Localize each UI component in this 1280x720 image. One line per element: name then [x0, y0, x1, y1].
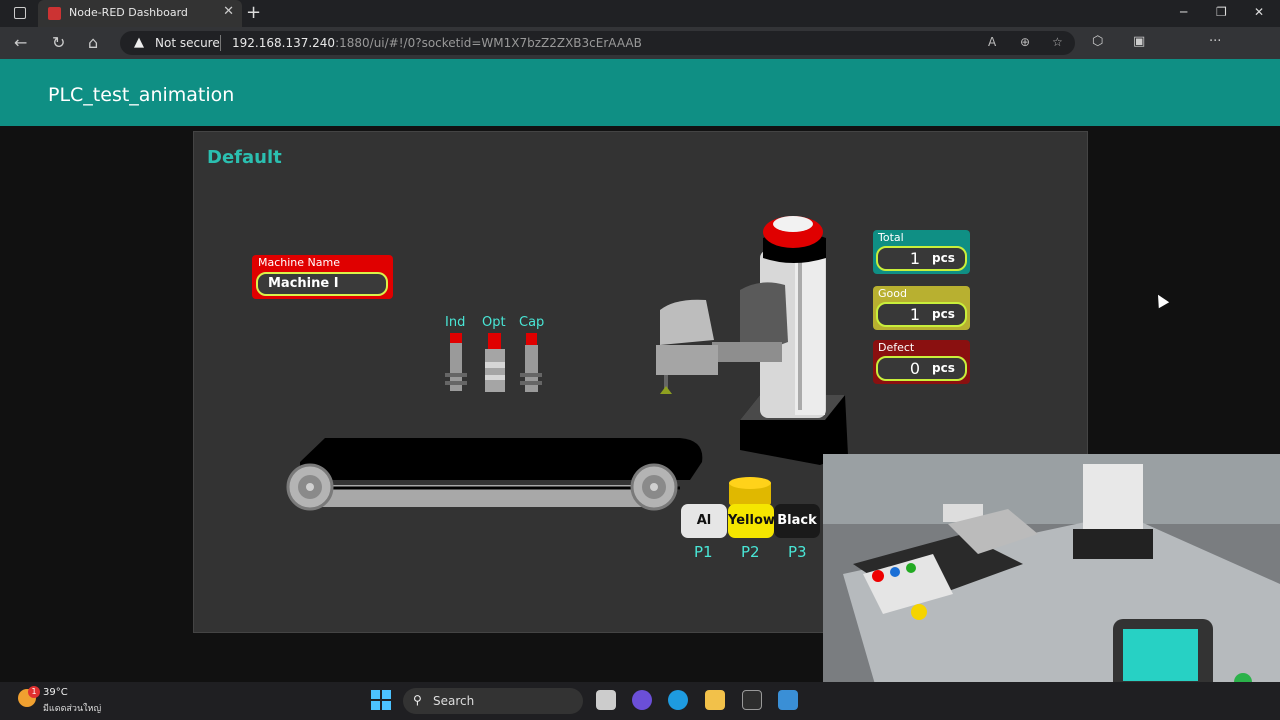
total-label: Total — [878, 231, 904, 244]
windows-start-icon[interactable] — [371, 690, 391, 710]
capacitive-sensor-icon — [520, 333, 542, 392]
optical-sensor-icon — [485, 333, 505, 392]
yellow-button[interactable]: Yellow — [728, 504, 775, 538]
defect-value: 0 — [909, 359, 920, 378]
total-counter: Total 1 pcs — [873, 230, 970, 274]
search-label: Search — [433, 694, 475, 708]
conveyor-belt-icon — [286, 438, 703, 511]
weather-temperature[interactable]: 39°C — [43, 687, 68, 698]
weather-description[interactable]: มีแดดส่วนใหญ่ — [43, 701, 101, 715]
total-value-box: 1 pcs — [876, 246, 967, 271]
teams-icon[interactable] — [632, 690, 652, 710]
good-label: Good — [878, 287, 907, 300]
defect-value-box: 0 pcs — [876, 356, 967, 381]
edge-icon[interactable] — [668, 690, 688, 710]
position-label-p2: P2 — [741, 543, 760, 561]
total-unit: pcs — [932, 251, 955, 265]
good-counter: Good 1 pcs — [873, 286, 970, 330]
search-icon: ⚲ — [413, 693, 422, 707]
defect-label: Defect — [878, 341, 915, 354]
webcam-scene-graphic — [823, 454, 1280, 712]
defect-unit: pcs — [932, 361, 955, 375]
good-unit: pcs — [932, 307, 955, 321]
taskbar-search-box[interactable]: ⚲ Search — [403, 688, 583, 714]
position-label-p1: P1 — [694, 543, 713, 561]
app-icon[interactable] — [778, 690, 798, 710]
inductive-sensor-icon — [445, 333, 467, 391]
terminal-icon[interactable] — [742, 690, 762, 710]
al-button[interactable]: Al — [681, 504, 727, 538]
total-value: 1 — [909, 249, 920, 268]
good-value-box: 1 pcs — [876, 302, 967, 327]
good-value: 1 — [909, 305, 920, 324]
file-explorer-icon[interactable] — [705, 690, 725, 710]
black-button[interactable]: Black — [774, 504, 820, 538]
position-label-p3: P3 — [788, 543, 807, 561]
scara-robot-icon — [656, 216, 848, 465]
defect-counter: Defect 0 pcs — [873, 340, 970, 384]
webcam-overlay-video — [823, 454, 1280, 712]
task-view-icon[interactable] — [596, 690, 616, 710]
notification-badge: 1 — [28, 686, 40, 698]
